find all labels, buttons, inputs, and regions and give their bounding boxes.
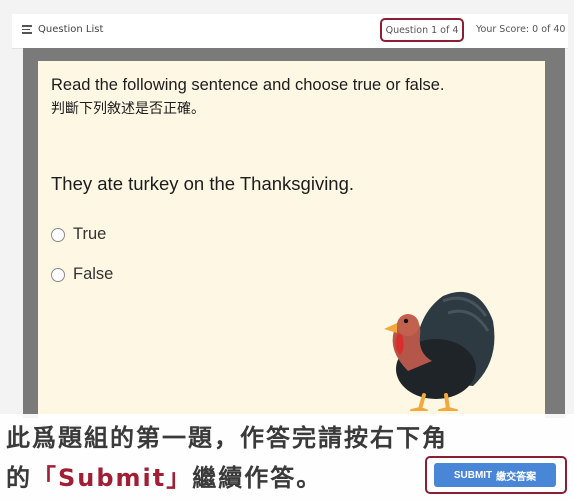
quiz-header: Question List Question 1 of 4 Your Score… [12, 14, 568, 49]
turkey-head [397, 314, 419, 336]
list-icon [22, 25, 32, 34]
turkey-eye [403, 318, 409, 324]
option-true[interactable]: True [51, 225, 106, 244]
option-false-label: False [73, 265, 114, 283]
question-counter-text: Question 1 of 4 [385, 24, 459, 36]
submit-label-zh: 繳交答案 [496, 471, 537, 483]
question-frame: Read the following sentence and choose t… [23, 48, 565, 418]
instruction-caption: 此爲題組的第一題，作答完請按右下角 的「Submit」繼續作答。 SUBMIT … [0, 414, 574, 500]
quiz-app: Question List Question 1 of 4 Your Score… [0, 0, 574, 500]
instruction-chinese: 判斷下列敘述是否正確。 [51, 101, 205, 117]
question-sentence: They ate turkey on the Thanksgiving. [51, 173, 355, 194]
option-true-label: True [73, 225, 107, 243]
question-card: Read the following sentence and choose t… [38, 61, 545, 418]
turkey-illustration [384, 291, 495, 411]
turkey-leg [410, 393, 428, 411]
caption-line-2-prefix: 的 [6, 464, 32, 492]
submit-label-en: SUBMIT [453, 469, 493, 481]
question-counter: Question 1 of 4 [380, 18, 464, 42]
question-list-label: Question List [38, 24, 104, 35]
submit-highlight-box: SUBMIT 繳交答案 [425, 456, 567, 494]
caption-line-2-suffix: 繼續作答。 [192, 464, 323, 492]
option-false[interactable]: False [51, 265, 113, 284]
score-display: Your Score: 0 of 40 [476, 24, 566, 35]
radio-true[interactable] [51, 227, 65, 242]
caption-submit-highlight: 「Submit」 [32, 464, 193, 492]
instruction-english: Read the following sentence and choose t… [51, 76, 445, 94]
turkey-beak [384, 323, 397, 333]
radio-false[interactable] [51, 267, 65, 282]
caption-line-2: 的「Submit」繼續作答。 [6, 458, 322, 493]
submit-button[interactable]: SUBMIT 繳交答案 [434, 463, 556, 487]
question-list-toggle[interactable]: Question List [22, 24, 103, 35]
caption-line-1: 此爲題組的第一題，作答完請按右下角 [6, 424, 448, 452]
